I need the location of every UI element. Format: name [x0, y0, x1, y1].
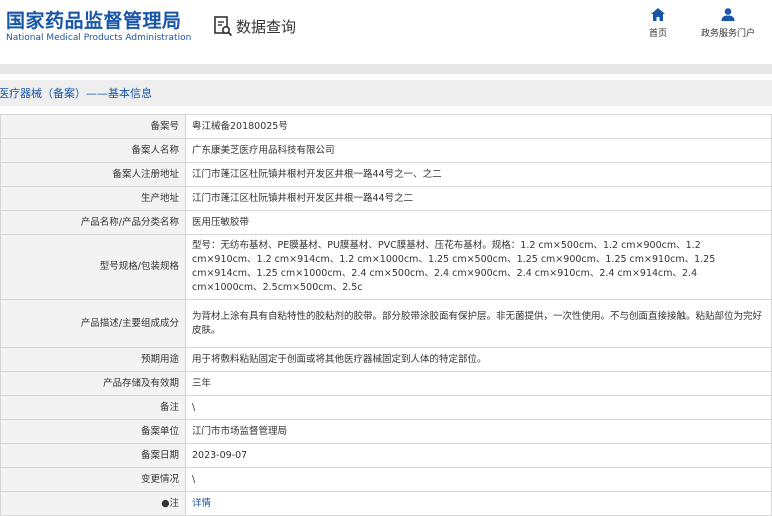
row-value: 为背材上涂有具有自粘特性的胶粘剂的胶带。部分胶带涂胶面有保护层。非无菌提供，一次…: [185, 299, 772, 348]
row-label: 产品存储及有效期: [0, 371, 186, 396]
row-label: 预期用途: [0, 347, 186, 372]
row-label: 备案人名称: [0, 138, 186, 163]
header-divider: [0, 64, 772, 74]
data-query-label: 数据查询: [236, 17, 297, 36]
row-value: 型号：无纺布基材、PE膜基材、PU膜基材、PVC膜基材、压花布基材。规格：1.2…: [185, 234, 772, 300]
table-row: 备案单位 江门市市场监督管理局: [0, 419, 772, 444]
row-value: 三年: [185, 371, 772, 396]
table-row: 备案人注册地址 江门市蓬江区杜阮镇井根村开发区井根一路44号之一、之二: [0, 162, 772, 187]
logo-title-cn[interactable]: 国家药品监督管理局: [6, 6, 182, 33]
table-row: ●注 详情: [0, 491, 772, 516]
table-row: 产品存储及有效期 三年: [0, 371, 772, 396]
data-query-title: 数据查询: [213, 14, 296, 38]
row-value: 医用压敏胶带: [185, 210, 772, 235]
row-label: 型号规格/包装规格: [0, 234, 186, 300]
row-value: 粤江械备20180025号: [185, 114, 772, 139]
document-search-icon: [214, 16, 233, 37]
table-row: 产品名称/产品分类名称 医用压敏胶带: [0, 210, 772, 235]
table-row: 变更情况 \: [0, 467, 772, 492]
logo-title-en: National Medical Products Administration: [6, 33, 192, 43]
header: 国家药品监督管理局 National Medical Products Admi…: [0, 0, 772, 62]
row-label: 备案人注册地址: [0, 162, 186, 187]
table-row: 备注 \: [0, 395, 772, 420]
row-label: 备案单位: [0, 419, 186, 444]
row-value: 江门市市场监督管理局: [185, 419, 772, 444]
detail-link[interactable]: 详情: [192, 498, 211, 509]
table-row: 生产地址 江门市蓬江区杜阮镇井根村开发区井根一路44号之二: [0, 186, 772, 211]
table-row: 备案人名称 广东康美芝医疗用品科技有限公司: [0, 138, 772, 163]
nav-service-portal[interactable]: 政务服务门户: [693, 8, 763, 39]
row-label: 备案号: [0, 114, 186, 139]
home-icon: [651, 8, 665, 21]
row-value: 广东康美芝医疗用品科技有限公司: [185, 138, 772, 163]
user-icon: [721, 8, 735, 21]
table-row: 型号规格/包装规格 型号：无纺布基材、PE膜基材、PU膜基材、PVC膜基材、压花布…: [0, 234, 772, 300]
row-value: 2023-09-07: [185, 443, 772, 468]
info-table: 备案号 粤江械备20180025号 备案人名称 广东康美芝医疗用品科技有限公司 备案人注…: [0, 114, 772, 516]
row-label: 生产地址: [0, 186, 186, 211]
section-title: 医疗器械（备案）——基本信息: [0, 87, 152, 100]
row-label: ●注: [0, 491, 186, 516]
row-label: 备注: [0, 395, 186, 420]
row-value: 用于将敷料粘贴固定于创面或将其他医疗器械固定到人体的特定部位。: [185, 347, 772, 372]
table-row: 备案号 粤江械备20180025号: [0, 114, 772, 139]
table-row: 备案日期 2023-09-07: [0, 443, 772, 468]
row-label: 产品名称/产品分类名称: [0, 210, 186, 235]
table-row: 产品描述/主要组成成分 为背材上涂有具有自粘特性的胶粘剂的胶带。部分胶带涂胶面有保…: [0, 299, 772, 348]
row-label: 产品描述/主要组成成分: [0, 299, 186, 348]
row-value: 江门市蓬江区杜阮镇井根村开发区井根一路44号之一、之二: [185, 162, 772, 187]
table-row: 预期用途 用于将敷料粘贴固定于创面或将其他医疗器械固定到人体的特定部位。: [0, 347, 772, 372]
row-label: 备案日期: [0, 443, 186, 468]
row-value: 江门市蓬江区杜阮镇井根村开发区井根一路44号之二: [185, 186, 772, 211]
nav-home-label: 首页: [648, 29, 667, 39]
row-value: \: [185, 395, 772, 420]
nav-service-portal-label: 政务服务门户: [700, 29, 755, 39]
row-label: 变更情况: [0, 467, 186, 492]
row-value: 详情: [185, 491, 772, 516]
row-value: \: [185, 467, 772, 492]
nav-home[interactable]: 首页: [623, 8, 693, 39]
